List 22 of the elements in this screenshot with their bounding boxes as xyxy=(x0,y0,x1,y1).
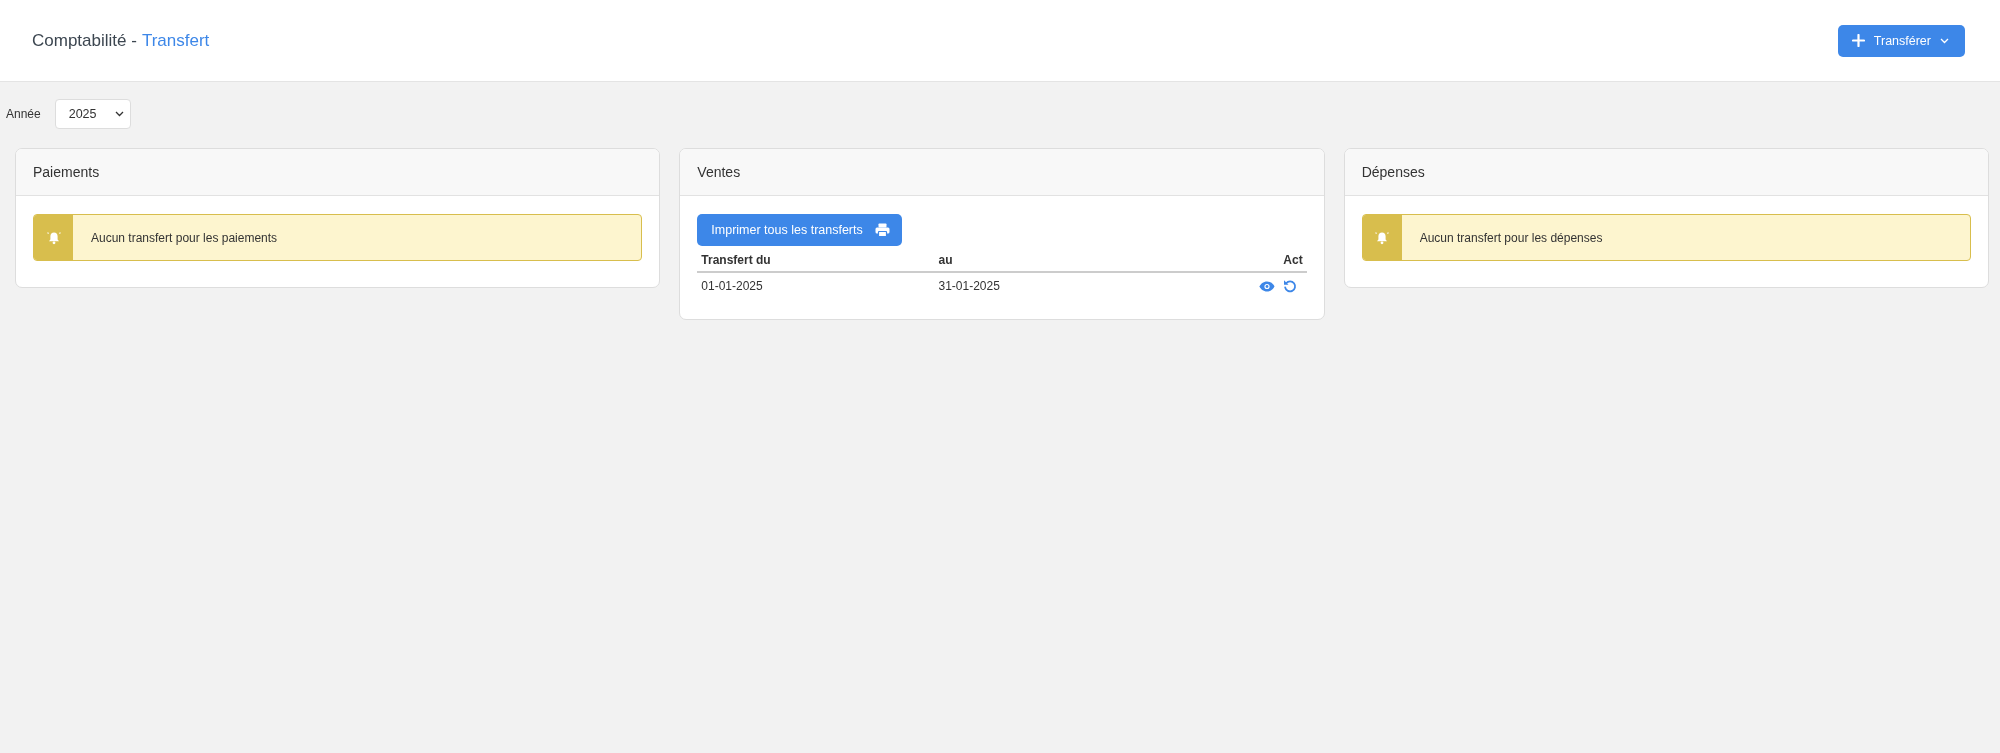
card-title: Ventes xyxy=(697,164,741,180)
table-cell: 31-01-2025 xyxy=(938,279,1000,293)
page-subtitle: Transfert xyxy=(141,30,210,51)
year-select[interactable]: 2025 xyxy=(54,99,131,129)
caret-icon xyxy=(114,111,124,117)
alert-message: Aucun transfert pour les dépenses xyxy=(1418,230,1603,245)
table-cell: 01-01-2025 xyxy=(701,279,763,293)
card-title: Paiements xyxy=(33,164,100,180)
printer-icon xyxy=(874,223,890,237)
transfer-button[interactable]: Transférer xyxy=(1837,24,1965,57)
year-label: Année xyxy=(6,107,41,121)
column-header: Act xyxy=(1283,253,1303,267)
card-title: Dépenses xyxy=(1361,164,1425,180)
caret-icon xyxy=(1940,37,1949,44)
column-header: Transfert du xyxy=(701,253,771,267)
alert-message: Aucun transfert pour les paiements xyxy=(90,230,278,245)
undo-icon[interactable] xyxy=(1282,279,1297,293)
print-button[interactable]: Imprimer tous les transferts xyxy=(697,214,902,246)
plus-icon xyxy=(1851,34,1865,47)
eye-icon[interactable] xyxy=(1258,280,1275,292)
page-title: Comptabilité - xyxy=(32,30,137,51)
column-header: au xyxy=(938,253,953,267)
